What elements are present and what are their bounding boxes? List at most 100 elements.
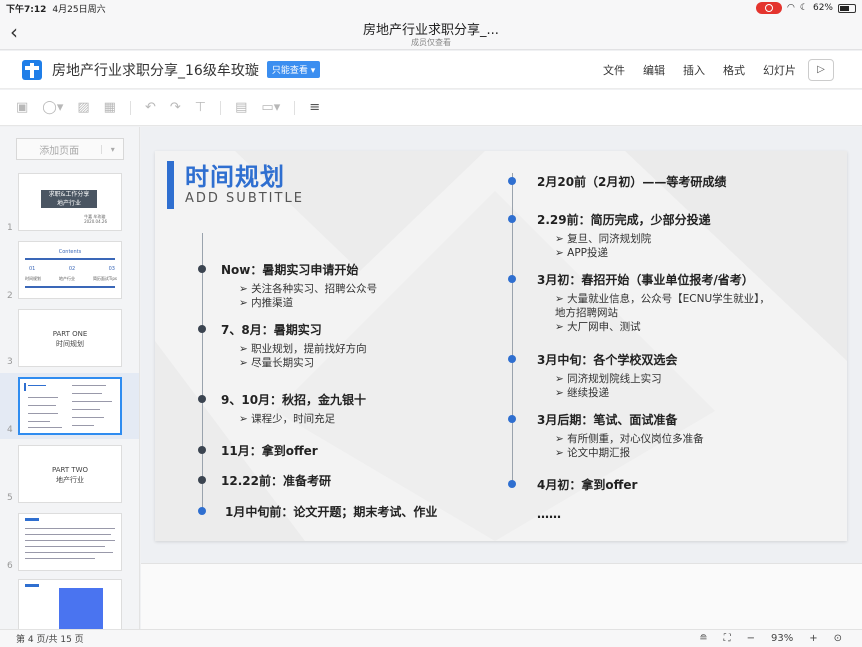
- slide-thumbnail-2[interactable]: Contents 01 02 03 时间规划 地产行业 简历面试Tips: [18, 241, 122, 299]
- timeline-bullet: ➢ 复旦、同济规划院: [555, 233, 652, 245]
- format-painter-icon[interactable]: ⊤: [195, 100, 206, 115]
- toolbar-divider: [220, 100, 222, 115]
- thumb-item-label: 时间规划: [25, 276, 41, 281]
- screen-record-icon[interactable]: [756, 2, 783, 14]
- fill-icon[interactable]: ▤: [235, 100, 247, 115]
- add-page-button[interactable]: 添加页面 ▾: [16, 138, 124, 160]
- wifi-icon: ◠: [787, 3, 795, 13]
- page-indicator: 第 4 页/共 15 页: [16, 635, 84, 645]
- ios-status-bar: 下午7:12 4月25日周六 ◠ ☾ 62%: [0, 0, 862, 16]
- zoom-out-button[interactable]: −: [747, 633, 755, 644]
- slide-thumbnail-panel[interactable]: 添加页面 ▾ 求职&工作分享 地产行业 牛嘉 牟玫璇 2020.04.26 1 …: [0, 127, 140, 629]
- timeline-dot: [508, 177, 516, 185]
- thumb-item: 03: [108, 266, 115, 272]
- timeline-bullet: ➢ 课程少，时间充足: [239, 413, 336, 425]
- play-slideshow-button[interactable]: ▷: [808, 58, 834, 81]
- thumb-sub: 地产行业: [56, 200, 81, 207]
- slide-thumbnail-5[interactable]: PART TWO 地产行业: [18, 445, 122, 503]
- find-icon[interactable]: ≡: [309, 100, 320, 115]
- thumb-part-sub: 地产行业: [56, 476, 84, 484]
- app-title: 房地产行业求职分享_...: [363, 23, 499, 38]
- timeline-event: Now：暑期实习申请开始: [221, 263, 359, 277]
- app-logo-icon: [22, 59, 42, 80]
- timeline-event: 3月初：春招开始（事业单位报考/省考）: [537, 273, 754, 287]
- timeline-dot: [508, 480, 516, 488]
- thumb-number: 5: [7, 493, 13, 503]
- thumb-part-sub: 时间规划: [56, 340, 84, 348]
- slide-thumbnail-4[interactable]: [18, 377, 122, 435]
- timeline-bullet: ➢ 有所侧重，对心仪岗位多准备: [555, 433, 704, 445]
- notes-area[interactable]: [141, 563, 862, 629]
- image-icon[interactable]: ▨: [77, 100, 89, 115]
- undo-icon[interactable]: ↶: [145, 100, 156, 115]
- textbox-icon[interactable]: ▣: [16, 100, 28, 115]
- add-page-label: 添加页面: [39, 145, 80, 157]
- slide-4[interactable]: 时间规划 ADD SUBTITLE Now：暑期实习申请开始 ➢ 关注各种实习、招…: [155, 151, 847, 541]
- timeline-bullet: ➢ 继续投递: [555, 387, 610, 399]
- timeline-dot: [508, 275, 516, 283]
- menu-format[interactable]: 格式: [723, 62, 745, 78]
- timeline-dot: [508, 215, 516, 223]
- chevron-down-icon[interactable]: ▾: [101, 144, 123, 154]
- document-header: 房地产行业求职分享_16级牟玫璇 只能查看 ▾ 文件 编辑 插入 格式 幻灯片 …: [0, 51, 862, 89]
- slide-subtitle: ADD SUBTITLE: [185, 191, 304, 206]
- zoom-in-button[interactable]: +: [809, 633, 817, 644]
- thumb-item: 01: [29, 266, 36, 272]
- app-header: ‹ 房地产行业求职分享_... 成员仅查看: [0, 16, 862, 50]
- slide-canvas[interactable]: 时间规划 ADD SUBTITLE Now：暑期实习申请开始 ➢ 关注各种实习、招…: [141, 127, 862, 629]
- timeline-event: ……: [537, 507, 561, 521]
- timeline-event: 9、10月：秋招，金九银十: [221, 393, 367, 407]
- thumb-divider: [25, 286, 115, 288]
- notes-icon[interactable]: ≘: [699, 633, 707, 644]
- timeline-event: 4月初：拿到offer: [537, 478, 638, 492]
- menu-slides[interactable]: 幻灯片: [763, 62, 796, 78]
- app-subtitle: 成员仅查看: [411, 38, 451, 47]
- shape-icon[interactable]: ◯▾: [42, 100, 63, 115]
- timeline-dot: [198, 265, 206, 273]
- document-name: 房地产行业求职分享_16级牟玫璇: [52, 62, 259, 79]
- table-icon[interactable]: ▦: [104, 100, 116, 115]
- slide-thumbnail-1[interactable]: 求职&工作分享 地产行业 牛嘉 牟玫璇 2020.04.26: [18, 173, 122, 231]
- slide-thumbnail-3[interactable]: PART ONE 时间规划: [18, 309, 122, 367]
- view-only-badge[interactable]: 只能查看 ▾: [266, 61, 321, 78]
- timeline-event: 3月后期：笔试、面试准备: [537, 413, 678, 427]
- play-icon: ▷: [817, 64, 825, 75]
- timeline-bullet: ➢ 职业规划，提前找好方向: [239, 343, 367, 355]
- timeline-dot: [198, 395, 206, 403]
- redo-icon[interactable]: ↷: [170, 100, 181, 115]
- toolbar: ▣ ◯▾ ▨ ▦ ↶ ↷ ⊤ ▤ ▭▾ ≡: [0, 90, 862, 126]
- timeline-bullet: ➢ APP投递: [555, 247, 608, 259]
- timeline-bullet: 地方招聘网站: [555, 307, 618, 319]
- timeline-event: 2月20前（2月初）——等考研成绩: [537, 175, 727, 189]
- thumb-contents-title: Contents: [58, 249, 82, 255]
- timeline-bullet: ➢ 关注各种实习、招聘公众号: [239, 283, 378, 295]
- play-circle-icon[interactable]: ⊙: [834, 633, 842, 644]
- thumb-author-block: 牛嘉 牟玫璇 2020.04.26: [84, 214, 107, 224]
- timeline-event: 12.22前：准备考研: [221, 474, 331, 488]
- timeline-event: 2.29前：简历完成，少部分投递: [537, 213, 711, 227]
- timeline-dot: [198, 446, 206, 454]
- thumb-number: 3: [7, 357, 13, 367]
- zoom-level: 93%: [770, 633, 794, 644]
- layout-icon[interactable]: ▭▾: [261, 100, 280, 115]
- timeline-event: 3月中旬：各个学校双选会: [537, 353, 678, 367]
- slide-thumbnail-7[interactable]: [18, 579, 122, 629]
- slide-thumbnail-6[interactable]: [18, 513, 122, 571]
- thumb-diagram: [59, 588, 103, 629]
- menu-file[interactable]: 文件: [603, 62, 625, 78]
- menu-bar: 文件 编辑 插入 格式 幻灯片: [603, 62, 796, 78]
- thumb-number: 2: [7, 291, 13, 301]
- toolbar-divider: [129, 100, 131, 115]
- timeline-dot: [198, 507, 206, 515]
- menu-edit[interactable]: 编辑: [643, 62, 665, 78]
- menu-insert[interactable]: 插入: [683, 62, 705, 78]
- toolbar-divider: [294, 100, 296, 115]
- timeline-line: [202, 233, 203, 511]
- thumb-title-box: 求职&工作分享 地产行业: [41, 190, 97, 208]
- timeline-bullet: ➢ 论文中期汇报: [555, 447, 631, 459]
- timeline-event: 7、8月：暑期实习: [221, 323, 322, 337]
- fit-screen-icon[interactable]: ⛶: [724, 633, 731, 644]
- timeline-bullet: ➢ 同济规划院线上实习: [555, 373, 662, 385]
- thumb-date: 2020.04.26: [84, 219, 107, 224]
- timeline-bullet: ➢ 大厂网申、测试: [555, 321, 641, 333]
